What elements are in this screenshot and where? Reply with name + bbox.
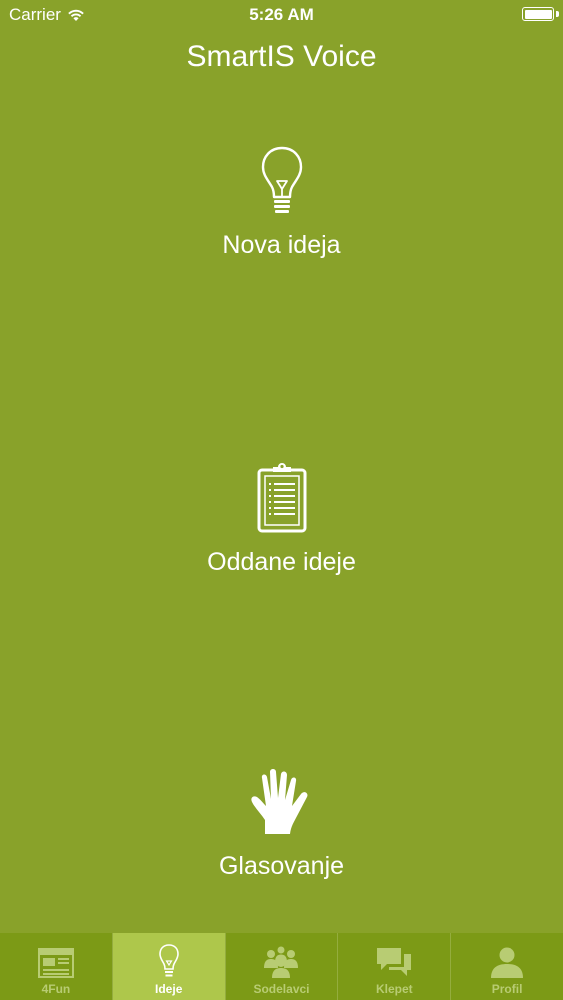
clipboard-icon xyxy=(257,463,306,533)
battery-level xyxy=(524,9,552,19)
people-icon xyxy=(264,946,299,978)
newspaper-icon xyxy=(37,948,74,978)
tab-sodelavci[interactable]: Sodelavci xyxy=(226,933,339,1000)
tab-4fun[interactable]: 4Fun xyxy=(0,933,113,1000)
status-time: 5:26 AM xyxy=(249,5,314,24)
hand-icon xyxy=(250,769,307,834)
menu-item-glasovanje[interactable]: Glasovanje xyxy=(0,766,563,881)
menu-item-oddane-ideje[interactable]: Oddane ideje xyxy=(0,462,563,577)
chat-bubbles-icon xyxy=(377,948,412,976)
person-icon xyxy=(491,947,524,978)
tab-label-sodelavci: Sodelavci xyxy=(253,982,310,996)
tab-label-ideje: Ideje xyxy=(155,982,183,996)
menu-item-nova-ideja[interactable]: Nova ideja xyxy=(0,145,563,260)
battery-tip xyxy=(556,11,559,17)
tab-label-profil: Profil xyxy=(491,982,523,996)
menu-label-glasovanje: Glasovanje xyxy=(218,852,345,880)
tab-label-4fun: 4Fun xyxy=(41,982,71,996)
tab-profil[interactable]: Profil xyxy=(451,933,563,1000)
tab-label-klepet: Klepet xyxy=(375,982,413,996)
menu-label-oddane-ideje: Oddane ideje xyxy=(207,548,356,576)
menu-label-nova-ideja: Nova ideja xyxy=(222,231,341,259)
tab-klepet[interactable]: Klepet xyxy=(338,933,452,1000)
battery-icon xyxy=(522,7,554,21)
status-bar: Carrier 5:26 AM xyxy=(0,0,563,30)
tab-bar: 4Fun Ideje Sodelavci Klepet Profil xyxy=(0,933,563,1000)
lightbulb-icon xyxy=(261,146,302,213)
tab-ideje[interactable]: Ideje xyxy=(112,933,226,1000)
app-title: SmartIS Voice xyxy=(186,40,377,73)
lightbulb-icon xyxy=(158,944,179,977)
